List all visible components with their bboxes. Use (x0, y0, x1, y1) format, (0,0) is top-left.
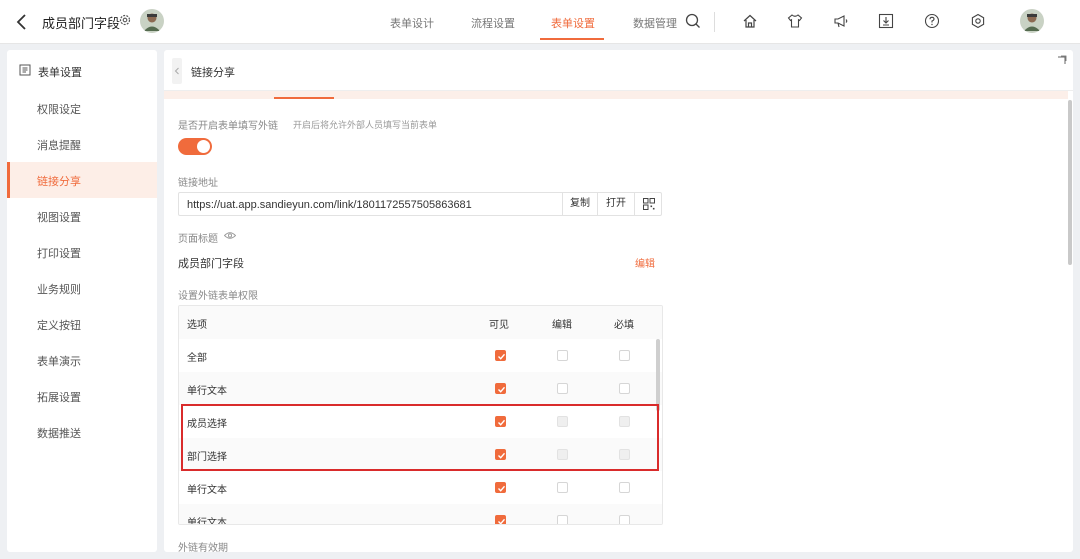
link-expiry-label: 外链有效期 (178, 543, 228, 552)
app-title: 成员部门字段 (42, 16, 121, 31)
chevron-left-icon (174, 67, 179, 75)
row-option-name: 单行文本 (187, 386, 227, 397)
section-tab-indicator (274, 97, 334, 99)
sidebar-item-label: 定义按钮 (37, 320, 81, 332)
table-row: 单行文本 (179, 471, 662, 504)
highlight-annotation-box (181, 404, 659, 471)
avatar[interactable] (140, 9, 164, 33)
settings-icon[interactable] (969, 12, 987, 30)
sidebar-item-label: 业务规则 (37, 284, 81, 296)
sidebar-item-extensions[interactable]: 拓展设置 (7, 378, 157, 414)
visible-checkbox[interactable] (495, 515, 506, 524)
visible-checkbox[interactable] (495, 482, 506, 493)
permissions-label: 设置外链表单权限 (178, 291, 258, 302)
visible-checkbox[interactable] (495, 383, 506, 394)
column-header-option: 选项 (187, 320, 207, 331)
user-avatar[interactable] (1020, 9, 1044, 33)
toggle-knob (197, 140, 210, 153)
external-link-label: 是否开启表单填写外链 (178, 121, 278, 132)
link-address-label: 链接地址 (178, 178, 218, 189)
link-share-panel: 链接分享 是否开启表单填写外链 开启后将允许外部人员填写当前表单 链接地址 ht… (164, 50, 1073, 552)
sidebar-item-business-rules[interactable]: 业务规则 (7, 270, 157, 306)
link-url-field[interactable]: https://uat.app.sandieyun.com/link/18011… (178, 192, 662, 216)
collapse-sidebar-button[interactable] (172, 58, 182, 84)
shirt-icon[interactable] (786, 12, 804, 30)
megaphone-icon[interactable] (832, 12, 850, 30)
sidebar-item-custom-buttons[interactable]: 定义按钮 (7, 306, 157, 342)
edit-title-link[interactable]: 编辑 (635, 255, 655, 270)
tab-process-settings[interactable]: 流程设置 (471, 15, 515, 31)
table-row: 单行文本 (179, 372, 662, 405)
edit-checkbox[interactable] (557, 383, 568, 394)
sidebar-item-view-settings[interactable]: 视图设置 (7, 198, 157, 234)
back-arrow-icon[interactable] (14, 12, 30, 32)
page-title: 链接分享 (191, 67, 235, 79)
search-icon[interactable] (684, 12, 702, 30)
copy-button[interactable]: 复制 (562, 193, 597, 215)
edit-checkbox[interactable] (557, 482, 568, 493)
row-option-name: 全部 (187, 353, 207, 364)
sidebar-item-label: 拓展设置 (37, 392, 81, 404)
external-link-hint: 开启后将允许外部人员填写当前表单 (293, 120, 438, 130)
open-button[interactable]: 打开 (597, 193, 634, 215)
table-row: 全部 (179, 339, 662, 372)
gear-icon[interactable] (118, 13, 132, 27)
table-row: 单行文本 (179, 504, 662, 525)
page-title-label: 页面标题 (178, 234, 218, 245)
settings-sidebar: 表单设置 权限设定 消息提醒 链接分享 视图设置 打印设置 业务规则 定义按钮 … (7, 50, 157, 552)
qr-code-button[interactable] (634, 193, 662, 215)
eye-icon[interactable] (224, 231, 236, 240)
active-tab-indicator (540, 38, 604, 40)
table-header: 选项 可见 编辑 必填 (179, 306, 662, 339)
sidebar-item-link-share[interactable]: 链接分享 (7, 162, 157, 198)
link-url-text: https://uat.app.sandieyun.com/link/18011… (187, 199, 472, 211)
required-checkbox[interactable] (619, 482, 630, 493)
tab-data-management[interactable]: 数据管理 (633, 15, 677, 31)
page-title-value: 成员部门字段 (178, 258, 244, 270)
column-header-required: 必填 (614, 320, 634, 331)
help-icon[interactable] (923, 12, 941, 30)
sidebar-item-label: 权限设定 (37, 104, 81, 116)
sidebar-item-label: 表单演示 (37, 356, 81, 368)
form-settings-icon (19, 64, 31, 76)
required-checkbox[interactable] (619, 515, 630, 524)
external-link-toggle[interactable] (178, 138, 212, 155)
column-header-edit: 编辑 (552, 320, 572, 331)
sidebar-item-label: 数据推送 (37, 428, 81, 440)
edit-checkbox[interactable] (557, 350, 568, 361)
row-option-name: 单行文本 (187, 485, 227, 496)
scrollbar[interactable] (1068, 100, 1072, 265)
sidebar-item-print-settings[interactable]: 打印设置 (7, 234, 157, 270)
expand-icon[interactable] (1057, 55, 1067, 65)
sidebar-item-label: 链接分享 (37, 176, 81, 188)
visible-checkbox[interactable] (495, 350, 506, 361)
sidebar-item-form-demo[interactable]: 表单演示 (7, 342, 157, 378)
sidebar-item-notifications[interactable]: 消息提醒 (7, 126, 157, 162)
table-scrollbar[interactable] (656, 339, 660, 411)
download-icon[interactable] (877, 12, 895, 30)
qr-code-icon (643, 198, 655, 210)
column-header-visible: 可见 (489, 320, 509, 331)
sidebar-item-label: 消息提醒 (37, 140, 81, 152)
tab-form-design[interactable]: 表单设计 (390, 15, 434, 31)
top-bar: 成员部门字段 表单设计 流程设置 表单设置 数据管理 (0, 0, 1080, 44)
edit-checkbox[interactable] (557, 515, 568, 524)
sidebar-heading-label: 表单设置 (38, 67, 82, 79)
divider (714, 12, 715, 32)
tab-form-settings[interactable]: 表单设置 (551, 15, 595, 31)
sidebar-item-label: 打印设置 (37, 248, 81, 260)
required-checkbox[interactable] (619, 350, 630, 361)
home-icon[interactable] (741, 12, 759, 30)
sidebar-item-label: 视图设置 (37, 212, 81, 224)
row-option-name: 单行文本 (187, 518, 227, 525)
sidebar-item-permissions[interactable]: 权限设定 (7, 90, 157, 126)
sidebar-heading: 表单设置 (7, 50, 157, 90)
required-checkbox[interactable] (619, 383, 630, 394)
sidebar-item-data-push[interactable]: 数据推送 (7, 414, 157, 450)
